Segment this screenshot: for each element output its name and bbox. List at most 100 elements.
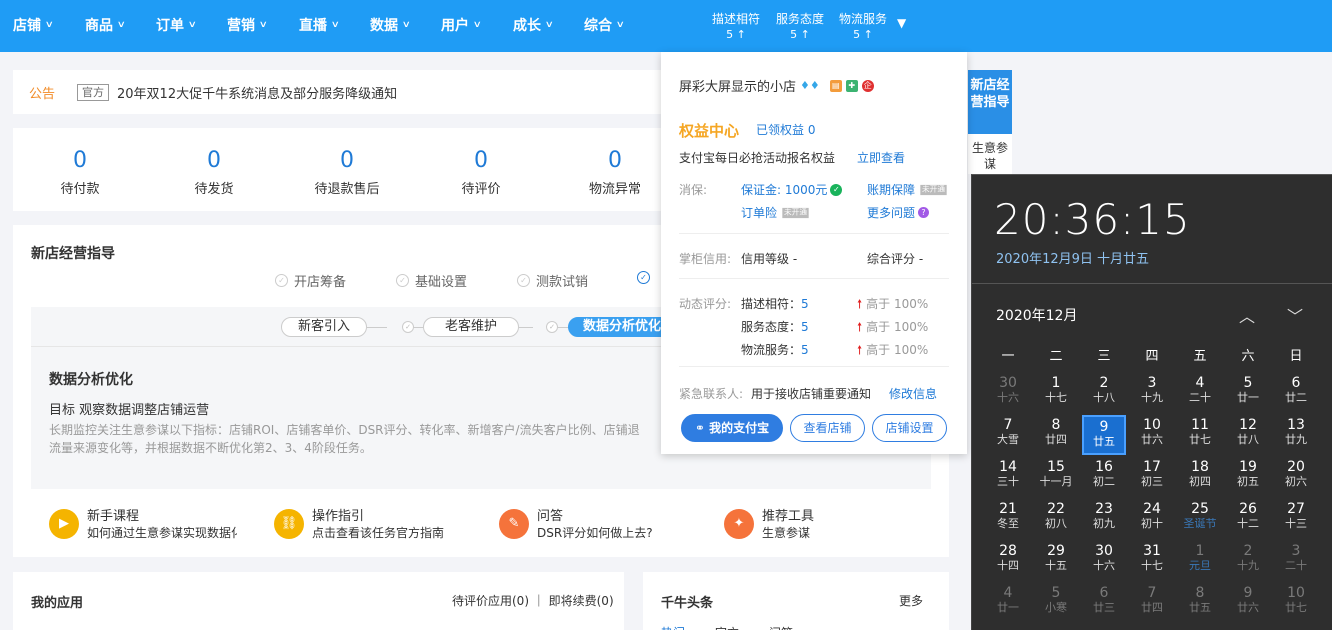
- view-now-link[interactable]: 立即查看: [857, 149, 905, 166]
- step-basic-settings[interactable]: ✓ 基础设置: [396, 271, 467, 290]
- step-current[interactable]: ✓: [637, 271, 650, 284]
- day-number: 14: [999, 459, 1017, 475]
- calendar-day[interactable]: 8 廿五: [1178, 583, 1222, 623]
- calendar-day[interactable]: 2 十九: [1226, 541, 1270, 581]
- top-nav: 店铺 ∨ 商品 ∨ 订单 ∨ 营销 ∨ 直播 ∨ 数据 ∨ 用户 ∨ 成长 ∨ 综合 ∨ 描述相符…: [0, 0, 1332, 52]
- subtab-data-analysis[interactable]: 数据分析优化: [568, 317, 676, 337]
- task-description: 长期监控关注生意参谋以下指标：店铺ROI、店铺客单价、DSR评分、转化率、新增客…: [49, 423, 640, 455]
- side-tab-new-store-guide[interactable]: 新店经营指导: [968, 70, 1012, 134]
- calendar-day[interactable]: 5 廿一: [1226, 373, 1270, 413]
- caret-down-icon[interactable]: ▼: [897, 16, 906, 30]
- calendar-day[interactable]: 1 元旦: [1178, 541, 1222, 581]
- step-test-sales[interactable]: ✓ 测款试销: [517, 271, 588, 290]
- calendar-day[interactable]: 20 初六: [1274, 457, 1318, 497]
- calendar-day[interactable]: 8 廿四: [1034, 415, 1078, 455]
- calendar-day[interactable]: 6 廿三: [1082, 583, 1126, 623]
- notice-link[interactable]: 20年双12大促千牛系统消息及部分服务降级通知: [117, 83, 397, 102]
- calendar-day[interactable]: 26 十二: [1226, 499, 1270, 539]
- calendar-day[interactable]: 6 廿二: [1274, 373, 1318, 413]
- calendar-day[interactable]: 22 初八: [1034, 499, 1078, 539]
- news-tab-qa[interactable]: 问答: [769, 624, 793, 630]
- rating-logistics[interactable]: 物流服务 5 ↑: [839, 11, 887, 43]
- calendar-day[interactable]: 3 十九: [1130, 373, 1174, 413]
- step-prepare[interactable]: ✓ 开店筹备: [275, 271, 346, 290]
- day-number: 4: [1195, 375, 1205, 391]
- nav-item-store[interactable]: 店铺 ∨: [13, 15, 54, 35]
- calendar-day[interactable]: 23 初九: [1082, 499, 1126, 539]
- calendar-day[interactable]: 27 十三: [1274, 499, 1318, 539]
- calendar-day[interactable]: 11 廿七: [1178, 415, 1222, 455]
- calendar-day[interactable]: 13 廿九: [1274, 415, 1318, 455]
- news-tab-hot[interactable]: 热门: [661, 624, 685, 630]
- resource-qa[interactable]: ✎ 问答 DSR评分如何做上去?: [499, 509, 687, 541]
- resource-operation-guide[interactable]: ⛓ 操作指引 点击查看该任务官方指南: [274, 509, 462, 541]
- calendar-day[interactable]: 24 初十: [1130, 499, 1174, 539]
- subtab-new-customers[interactable]: 新客引入: [281, 317, 367, 337]
- emergency-contact-label: 紧急联系人:: [679, 387, 744, 401]
- rights-received[interactable]: 已领权益 0: [756, 121, 815, 138]
- calendar-month[interactable]: 2020年12月: [996, 305, 1077, 325]
- shop-badge-icon: ▤: [829, 79, 842, 92]
- calendar-day[interactable]: 7 廿四: [1130, 583, 1174, 623]
- nav-item-live[interactable]: 直播 ∨: [299, 15, 340, 35]
- my-alipay-button[interactable]: ⚭ 我的支付宝: [681, 414, 783, 442]
- calendar-day[interactable]: 9 廿六: [1226, 583, 1270, 623]
- calendar-day[interactable]: 10 廿六: [1130, 415, 1174, 455]
- calendar-day[interactable]: 25 圣诞节: [1178, 499, 1222, 539]
- chevron-up-icon[interactable]: ︿: [1239, 303, 1255, 327]
- apps-status-links[interactable]: 待评价应用(0) ｜ 即将续费(0): [452, 592, 614, 609]
- calendar-day[interactable]: 29 十五: [1034, 541, 1078, 581]
- nav-item-marketing[interactable]: 营销 ∨: [227, 15, 268, 35]
- calendar-day[interactable]: 30 十六: [986, 373, 1030, 413]
- rating-description[interactable]: 描述相符 5 ↑: [712, 11, 760, 43]
- calendar-day[interactable]: 30 十六: [1082, 541, 1126, 581]
- calendar-day[interactable]: 7 大雪: [986, 415, 1030, 455]
- calendar-day[interactable]: 18 初四: [1178, 457, 1222, 497]
- stat-refund[interactable]: 0 待退款售后: [282, 148, 412, 197]
- calendar-day[interactable]: 4 二十: [1178, 373, 1222, 413]
- rating-service[interactable]: 服务态度 5 ↑: [776, 11, 824, 43]
- nav-item-general[interactable]: 综合 ∨: [584, 15, 625, 35]
- store-settings-button[interactable]: 店铺设置: [872, 414, 947, 442]
- stat-pending-review[interactable]: 0 待评价: [416, 148, 546, 197]
- more-issues-link[interactable]: 更多问题?: [867, 204, 930, 221]
- calendar-day[interactable]: 21 冬至: [986, 499, 1030, 539]
- calendar-day[interactable]: 14 三十: [986, 457, 1030, 497]
- nav-item-users[interactable]: 用户 ∨: [441, 15, 482, 35]
- resource-beginner-course[interactable]: ▶ 新手课程 如何通过生意参谋实现数据化: [49, 509, 237, 541]
- calendar-day[interactable]: 28 十四: [986, 541, 1030, 581]
- calendar-day[interactable]: 4 廿一: [986, 583, 1030, 623]
- order-insurance-link[interactable]: 订单险 未开通: [741, 204, 811, 221]
- edit-info-link[interactable]: 修改信息: [889, 385, 937, 402]
- view-store-button[interactable]: 查看店铺: [790, 414, 865, 442]
- stat-pending-payment[interactable]: 0 待付款: [15, 148, 145, 197]
- calendar-day[interactable]: 31 十七: [1130, 541, 1174, 581]
- calendar-day[interactable]: 12 廿八: [1226, 415, 1270, 455]
- subtab-old-customers[interactable]: 老客维护: [423, 317, 519, 337]
- subtab-connector: [367, 327, 387, 328]
- calendar-day[interactable]: 2 十八: [1082, 373, 1126, 413]
- nav-item-orders[interactable]: 订单 ∨: [156, 15, 197, 35]
- clock-date[interactable]: 2020年12月9日 十月廿五: [996, 248, 1149, 267]
- calendar-day[interactable]: 15 十一月: [1034, 457, 1078, 497]
- chevron-down-icon[interactable]: ﹀: [1287, 303, 1303, 327]
- calendar-day[interactable]: 1 十七: [1034, 373, 1078, 413]
- news-tab-official[interactable]: 官方: [715, 624, 739, 630]
- stat-pending-shipment[interactable]: 0 待发货: [149, 148, 279, 197]
- nav-item-growth[interactable]: 成长 ∨: [513, 15, 554, 35]
- calendar-day[interactable]: 19 初五: [1226, 457, 1270, 497]
- nav-item-data[interactable]: 数据 ∨: [370, 15, 411, 35]
- deposit-link[interactable]: 保证金: 1000元 ✓: [741, 181, 843, 198]
- nav-item-goods[interactable]: 商品 ∨: [85, 15, 126, 35]
- calendar-day-today[interactable]: 9 廿五: [1082, 415, 1126, 455]
- calendar-day[interactable]: 3 二十: [1274, 541, 1318, 581]
- calendar-day[interactable]: 10 廿七: [1274, 583, 1318, 623]
- task-title: 数据分析优化: [49, 372, 133, 388]
- side-tab-business-advisor[interactable]: 生意参谋: [968, 134, 1012, 174]
- news-more-link[interactable]: 更多: [899, 592, 923, 609]
- period-guarantee-link[interactable]: 账期保障 未开通: [867, 181, 949, 198]
- calendar-day[interactable]: 17 初三: [1130, 457, 1174, 497]
- resource-tools[interactable]: ✦ 推荐工具 生意参谋: [724, 509, 912, 541]
- calendar-day[interactable]: 16 初二: [1082, 457, 1126, 497]
- calendar-day[interactable]: 5 小寒: [1034, 583, 1078, 623]
